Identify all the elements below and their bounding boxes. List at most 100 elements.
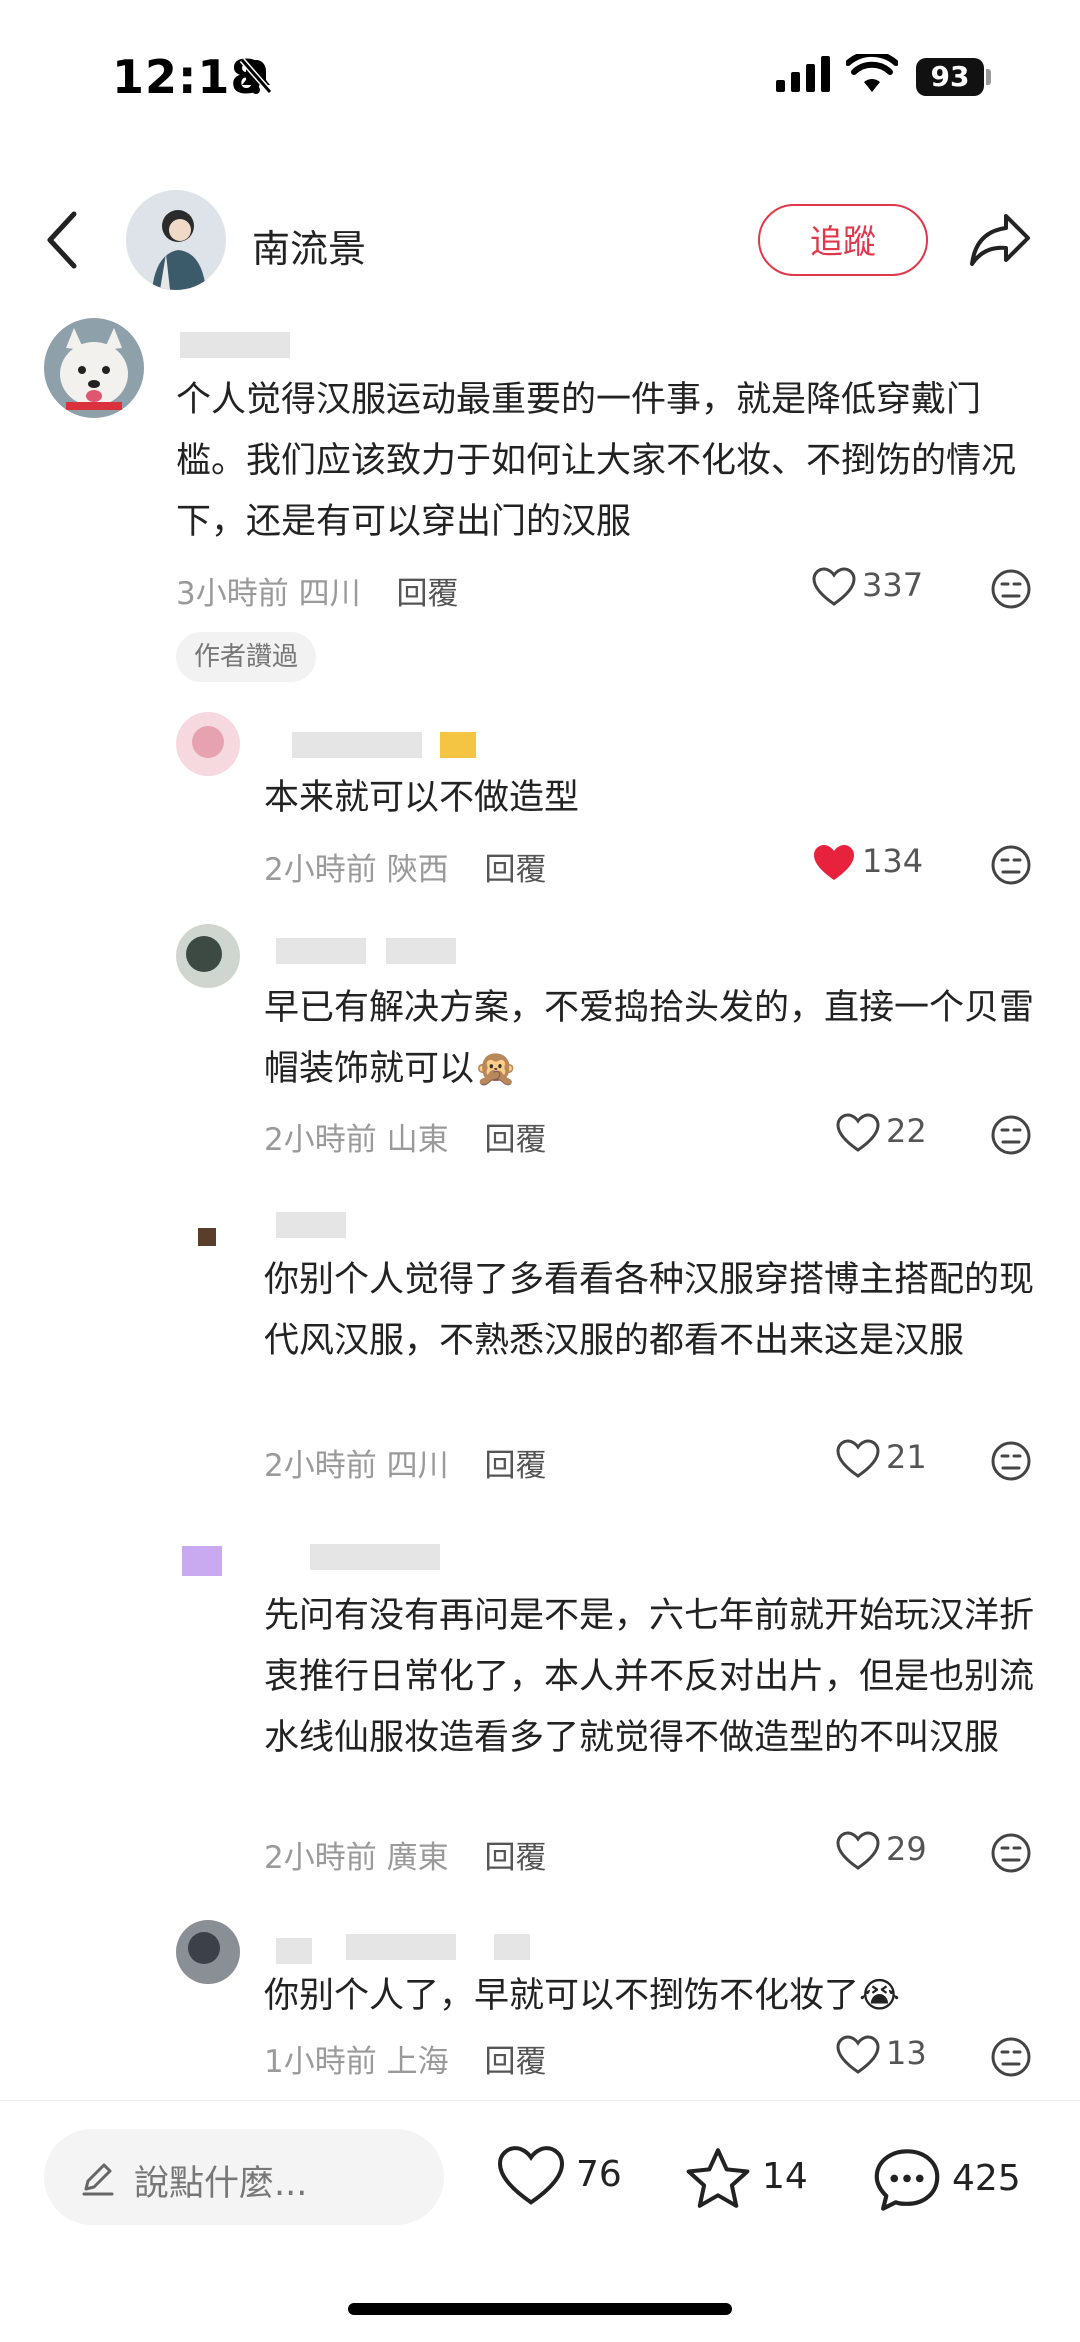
comment-text: 先问有没有再问是不是，六七年前就开始玩汉洋折衷推行日常化了，本人并不反对出片，但…: [264, 1596, 1035, 1758]
signal-icon: [776, 56, 830, 92]
comment-location: 四川: [386, 1448, 449, 1484]
comment-location: 山東: [386, 1122, 449, 1158]
comment-meta: 2小時前 陝西 回覆: [264, 844, 546, 889]
emoji-reaction-icon[interactable]: [990, 1114, 1032, 1156]
commenter-name-redacted: [310, 1544, 440, 1570]
battery-indicator: 93: [916, 58, 984, 96]
commenter-avatar[interactable]: [176, 1530, 240, 1594]
comment-item: 先问有没有再问是不是，六七年前就开始玩汉洋折衷推行日常化了，本人并不反对出片，但…: [0, 1530, 1080, 1876]
comment-text: 你别个人觉得了多看看各种汉服穿搭博主搭配的现代风汉服，不熟悉汉服的都看不出来这是…: [264, 1260, 1035, 1361]
comment-item: 本来就可以不做造型 2小時前 陝西 回覆 134: [0, 712, 1080, 912]
emoji-reaction-icon[interactable]: [990, 568, 1032, 610]
commenter-name-redacted: [346, 1934, 456, 1960]
comment-time: 3小時前: [176, 576, 289, 612]
comment-meta: 1小時前 上海 回覆: [264, 2036, 546, 2081]
share-icon[interactable]: [968, 210, 1032, 270]
emoji-reaction-icon[interactable]: [990, 1832, 1032, 1874]
heart-icon: [836, 2035, 880, 2074]
comment-meta: 2小時前 山東 回覆: [264, 1114, 546, 1159]
comment-meta: 2小時前 四川 回覆: [264, 1440, 546, 1485]
like-button[interactable]: 21: [836, 1438, 927, 1479]
battery-tip: [986, 69, 991, 85]
comment-input[interactable]: 說點什麼...: [44, 2129, 444, 2225]
bell-muted-icon: [239, 58, 273, 94]
commenter-name-redacted: [276, 1212, 346, 1238]
follow-button[interactable]: 追蹤: [758, 204, 928, 276]
commenter-name-redacted: [494, 1934, 530, 1960]
like-count: 337: [862, 566, 924, 604]
commenter-avatar[interactable]: [176, 1920, 240, 1984]
commenter-avatar[interactable]: [44, 318, 144, 418]
back-arrow-icon[interactable]: [44, 210, 78, 270]
comment-time: 1小時前: [264, 2044, 377, 2080]
like-count: 22: [886, 1112, 927, 1150]
post-star-count: 14: [762, 2156, 808, 2197]
commenter-avatar[interactable]: [176, 712, 240, 776]
like-count: 134: [862, 842, 924, 880]
chat-bubble-icon: [874, 2149, 940, 2211]
like-button[interactable]: 134: [812, 842, 923, 883]
home-indicator[interactable]: [348, 2303, 732, 2315]
comment-location: 上海: [386, 2044, 449, 2080]
commenter-name-redacted: [180, 332, 290, 358]
heart-icon: [836, 1113, 880, 1152]
like-button[interactable]: 337: [812, 566, 923, 607]
commenter-avatar[interactable]: [176, 1200, 240, 1264]
commenter-name-redacted: [276, 938, 366, 964]
post-comment-count: 425: [952, 2158, 1021, 2199]
commenter-name-redacted: [276, 1938, 312, 1964]
author-liked-tag: 作者讚過: [176, 632, 317, 682]
comment-item: 个人觉得汉服运动最重要的一件事，就是降低穿戴门槛。我们应该致力于如何让大家不化妆…: [0, 318, 1080, 698]
reply-button[interactable]: 回覆: [396, 576, 458, 612]
star-icon: [686, 2148, 750, 2208]
reply-button[interactable]: 回覆: [484, 2044, 546, 2080]
emoji-reaction-icon[interactable]: [990, 1440, 1032, 1482]
heart-icon: [836, 1831, 880, 1870]
like-button[interactable]: 13: [836, 2034, 927, 2075]
comments-button[interactable]: 425: [872, 2145, 1021, 2215]
comment-time: 2小時前: [264, 852, 377, 888]
wifi-icon: [846, 54, 898, 92]
comment-text: 早已有解决方案，不爱捣拾头发的，直接一个贝雷帽装饰就可以🙊: [264, 988, 1035, 1089]
comment-text: 个人觉得汉服运动最重要的一件事，就是降低穿戴门槛。我们应该致力于如何让大家不化妆…: [176, 380, 1017, 542]
like-count: 21: [886, 1438, 927, 1476]
emoji-reaction-icon[interactable]: [990, 844, 1032, 886]
comment-text: 你别个人了，早就可以不捯饬不化妆了😭: [264, 1976, 900, 2016]
status-bar: 12:18 93: [0, 0, 1080, 150]
comment-meta: 2小時前 廣東 回覆: [264, 1832, 546, 1877]
commenter-avatar[interactable]: [176, 924, 240, 988]
like-count: 13: [886, 2034, 927, 2072]
pencil-icon: [82, 2163, 114, 2196]
like-post-button[interactable]: 76: [496, 2145, 622, 2207]
like-button[interactable]: 22: [836, 1112, 927, 1153]
comment-time: 2小時前: [264, 1122, 377, 1158]
like-button[interactable]: 29: [836, 1830, 927, 1871]
emoji-reaction-icon[interactable]: [990, 2036, 1032, 2078]
comment-item: 早已有解决方案，不爱捣拾头发的，直接一个贝雷帽装饰就可以🙊 2小時前 山東 回覆…: [0, 924, 1080, 1184]
comment-location: 四川: [298, 576, 361, 612]
heart-filled-icon: [814, 845, 854, 880]
author-avatar[interactable]: [126, 190, 226, 290]
post-header: 南流景 追蹤: [0, 180, 1080, 300]
reply-button[interactable]: 回覆: [484, 1122, 546, 1158]
like-count: 29: [886, 1830, 927, 1868]
heart-icon: [836, 1439, 880, 1478]
reply-button[interactable]: 回覆: [484, 852, 546, 888]
comment-location: 陝西: [386, 852, 449, 888]
comment-time: 2小時前: [264, 1840, 377, 1876]
comment-time: 2小時前: [264, 1448, 377, 1484]
comment-location: 廣東: [386, 1840, 449, 1876]
post-like-count: 76: [576, 2154, 622, 2195]
comment-text: 本来就可以不做造型: [264, 778, 580, 818]
author-name[interactable]: 南流景: [252, 218, 366, 273]
collect-post-button[interactable]: 14: [684, 2145, 808, 2211]
comment-item: 你别个人了，早就可以不捯饬不化妆了😭 1小時前 上海 回覆 13: [0, 1920, 1080, 2100]
commenter-badge-redacted: [440, 732, 476, 758]
reply-button[interactable]: 回覆: [484, 1840, 546, 1876]
heart-icon: [812, 567, 856, 606]
comment-item: 你别个人觉得了多看看各种汉服穿搭博主搭配的现代风汉服，不熟悉汉服的都看不出来这是…: [0, 1200, 1080, 1520]
reply-button[interactable]: 回覆: [484, 1448, 546, 1484]
comment-input-placeholder: 說點什麼...: [134, 2164, 308, 2204]
heart-icon: [497, 2146, 565, 2205]
commenter-name-redacted: [292, 732, 422, 758]
